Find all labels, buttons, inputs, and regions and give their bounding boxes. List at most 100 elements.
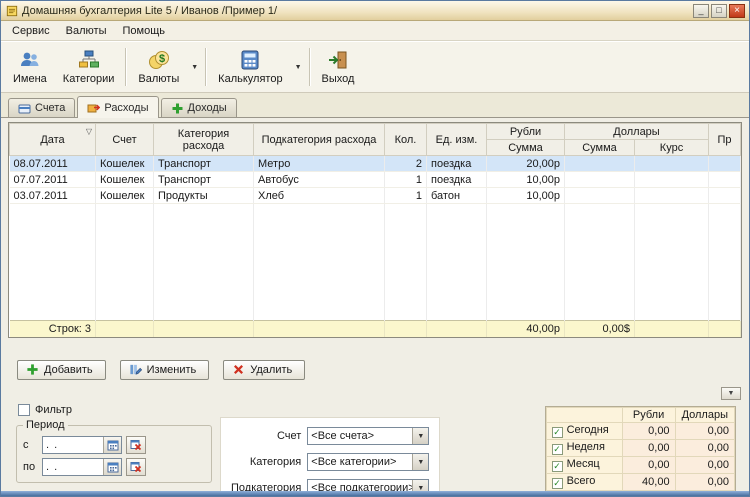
delete-button[interactable]: Удалить — [223, 360, 305, 380]
summary-col-rubles: Рубли — [622, 408, 675, 423]
column-header-account[interactable]: Счет — [96, 124, 154, 156]
expander-row: ▼ — [8, 387, 741, 400]
cell-subcategory: Автобус — [254, 172, 385, 188]
period-label: Период — [23, 419, 68, 431]
calculator-dropdown-button[interactable]: ▼ — [291, 44, 306, 90]
toolbar-separator — [205, 48, 207, 86]
category-filter-select[interactable]: <Все категории> ▼ — [307, 453, 429, 471]
column-header-note[interactable]: Пр — [709, 124, 741, 156]
cell-category: Транспорт — [154, 172, 254, 188]
edit-icon — [129, 363, 142, 376]
names-button[interactable]: Имена — [5, 44, 55, 90]
cell-rub-sum: 10,00р — [487, 188, 565, 204]
cell-account: Кошелек — [96, 156, 154, 172]
close-button[interactable]: × — [729, 4, 745, 18]
tab-accounts[interactable]: Счета — [8, 98, 75, 117]
currencies-icon: $ — [148, 49, 170, 71]
category-filter-label: Категория — [231, 456, 301, 468]
categories-button[interactable]: Категории — [55, 44, 123, 90]
cell-unit: поездка — [427, 156, 487, 172]
table-totals-row: Строк: 3 40,00р 0,00$ — [10, 320, 741, 337]
table-row[interactable]: 08.07.2011 Кошелек Транспорт Метро 2 пое… — [10, 156, 741, 172]
table-row[interactable]: 03.07.2011 Кошелек Продукты Хлеб 1 батон… — [10, 188, 741, 204]
calculator-icon — [239, 49, 261, 71]
summary-row-total: ✓Всего 40,00 0,00 — [546, 474, 734, 491]
summary-month-label: Месяц — [567, 458, 600, 470]
currencies-dropdown-button[interactable]: ▼ — [187, 44, 202, 90]
cell-note — [709, 172, 741, 188]
date-from-clear-button[interactable] — [126, 436, 146, 454]
chevron-down-icon[interactable]: ▼ — [412, 428, 428, 444]
cell-category: Транспорт — [154, 156, 254, 172]
column-header-unit[interactable]: Ед. изм. — [427, 124, 487, 156]
app-window: Домашняя бухгалтерия Lite 5 / Иванов /Пр… — [0, 0, 750, 497]
tab-accounts-label: Счета — [35, 102, 65, 114]
calculator-button[interactable]: Калькулятор — [210, 44, 290, 90]
maximize-icon: □ — [716, 6, 721, 15]
exit-button-label: Выход — [322, 73, 355, 85]
chevron-down-icon: ▼ — [191, 64, 198, 71]
maximize-button[interactable]: □ — [711, 4, 727, 18]
summary-total-label: Всего — [567, 475, 596, 487]
category-filter-value: <Все категории> — [308, 456, 412, 468]
cell-rub-sum: 20,00р — [487, 156, 565, 172]
toolbar-separator — [125, 48, 127, 86]
rub-total: 40,00р — [487, 320, 565, 337]
add-button[interactable]: Добавить — [17, 360, 106, 380]
minimize-button[interactable]: _ — [693, 4, 709, 18]
calculator-button-label: Калькулятор — [218, 73, 282, 85]
app-icon — [6, 5, 18, 17]
cell-note — [709, 188, 741, 204]
calendar-icon — [107, 439, 119, 451]
date-to-input[interactable]: . . — [42, 458, 122, 476]
column-header-usd-rate[interactable]: Курс — [635, 140, 709, 156]
table-row[interactable]: 07.07.2011 Кошелек Транспорт Автобус 1 п… — [10, 172, 741, 188]
exit-button[interactable]: Выход — [314, 44, 363, 90]
filter-label: Фильтр — [35, 404, 72, 416]
check-icon: ✓ — [553, 428, 561, 437]
currencies-button[interactable]: $ Валюты — [130, 44, 187, 90]
chevron-down-icon[interactable]: ▼ — [412, 454, 428, 470]
month-checkbox[interactable]: ✓ — [552, 461, 563, 472]
edit-button[interactable]: Изменить — [120, 360, 210, 380]
column-header-subcategory[interactable]: Подкатегория расхода — [254, 124, 385, 156]
exit-icon — [327, 49, 349, 71]
week-checkbox[interactable]: ✓ — [552, 444, 563, 455]
total-checkbox[interactable]: ✓ — [552, 478, 563, 489]
date-to-clear-button[interactable] — [126, 458, 146, 476]
date-from-calendar-button[interactable] — [103, 437, 121, 453]
today-checkbox[interactable]: ✓ — [552, 427, 563, 438]
cell-category: Продукты — [154, 188, 254, 204]
tab-expenses[interactable]: Расходы — [77, 96, 158, 118]
tab-incomes[interactable]: Доходы — [161, 98, 237, 117]
check-icon: ✓ — [553, 462, 561, 471]
column-header-category[interactable]: Категория расхода — [154, 124, 254, 156]
account-filter-select[interactable]: <Все счета> ▼ — [307, 427, 429, 445]
table-empty-area — [10, 204, 741, 321]
window-controls: _ □ × — [693, 4, 745, 18]
cell-usd-rate — [635, 188, 709, 204]
titlebar[interactable]: Домашняя бухгалтерия Lite 5 / Иванов /Пр… — [1, 1, 749, 21]
menu-service[interactable]: Сервис — [5, 23, 57, 39]
menu-currencies[interactable]: Валюты — [59, 23, 114, 39]
column-header-rub-sum[interactable]: Сумма — [487, 140, 565, 156]
cell-subcategory: Метро — [254, 156, 385, 172]
cell-note — [709, 156, 741, 172]
cell-unit: поездка — [427, 172, 487, 188]
minimize-icon: _ — [698, 6, 703, 15]
column-header-usd-sum[interactable]: Сумма — [565, 140, 635, 156]
cell-usd-rate — [635, 172, 709, 188]
cell-date: 03.07.2011 — [10, 188, 96, 204]
window-bottom-frame — [1, 491, 749, 496]
categories-button-label: Категории — [63, 73, 115, 85]
collapse-panel-button[interactable]: ▼ — [721, 387, 741, 400]
column-header-qty[interactable]: Кол. — [385, 124, 427, 156]
summary-row-today: ✓Сегодня 0,00 0,00 — [546, 423, 734, 440]
date-to-calendar-button[interactable] — [103, 459, 121, 475]
clear-date-icon — [130, 439, 142, 451]
date-from-input[interactable]: . . — [42, 436, 122, 454]
cell-usd-sum — [565, 188, 635, 204]
filter-checkbox[interactable] — [18, 404, 30, 416]
menu-help[interactable]: Помощь — [116, 23, 173, 39]
column-header-date[interactable]: Дата▽ — [10, 124, 96, 156]
